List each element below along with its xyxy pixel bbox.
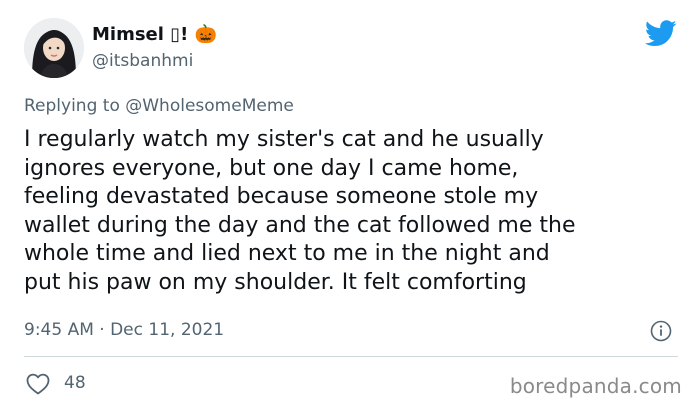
- info-icon[interactable]: [650, 320, 672, 342]
- avatar[interactable]: [24, 18, 84, 78]
- user-handle[interactable]: @itsbanhmi: [92, 51, 193, 71]
- reply-prefix: Replying to: [24, 96, 126, 116]
- tweet-text-line: I regularly watch my sister's cat and he…: [24, 127, 544, 152]
- tweet-card: Mimsel ▯! 🎃 @itsbanhmi Replying to @Whol…: [0, 0, 700, 410]
- heart-outline-icon[interactable]: [26, 373, 50, 395]
- reply-context: Replying to @WholesomeMeme: [24, 96, 294, 116]
- divider: [24, 356, 678, 357]
- reply-mention-link[interactable]: @WholesomeMeme: [125, 96, 294, 116]
- like-count: 48: [64, 373, 86, 393]
- tweet-timestamp[interactable]: 9:45 AM · Dec 11, 2021: [24, 320, 224, 340]
- tweet-text-line: feeling devastated because someone stole…: [24, 184, 539, 209]
- display-name[interactable]: Mimsel ▯! 🎃: [92, 24, 217, 45]
- tweet-text-line: put his paw on my shoulder. It felt comf…: [24, 269, 527, 295]
- source-watermark: boredpanda.com: [509, 374, 682, 398]
- tweet-text-line: ignores everyone, but one day I came hom…: [24, 155, 519, 181]
- twitter-bird-icon[interactable]: [645, 20, 677, 47]
- tweet-text-line: wallet during the day and the cat follow…: [24, 212, 576, 238]
- avatar-portrait-icon: [24, 18, 84, 78]
- tweet-text: I regularly watch my sister's cat and he…: [24, 126, 684, 297]
- tweet-text-line: whole time and lied next to me in the ni…: [24, 241, 550, 266]
